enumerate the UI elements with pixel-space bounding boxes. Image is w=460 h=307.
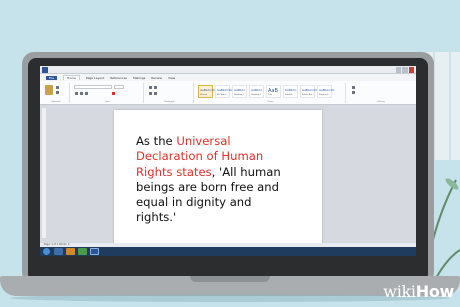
align-center-icon[interactable] [154, 92, 157, 95]
start-button[interactable] [43, 248, 50, 255]
style-sample: AaBbCcDc [319, 88, 335, 92]
italic-icon[interactable] [80, 92, 83, 95]
taskbar-explorer-icon[interactable] [54, 248, 63, 255]
taskbar-folder-icon[interactable] [66, 248, 75, 255]
style-name: Heading 1 [234, 94, 245, 96]
style-name: Subtitle [285, 94, 293, 96]
bold-icon[interactable] [75, 92, 78, 95]
font-group: Font [72, 83, 144, 103]
font-name-select[interactable] [74, 85, 112, 89]
replace-icon[interactable] [352, 91, 355, 94]
clipboard-label: Clipboard [50, 101, 61, 103]
document-text[interactable]: As the Universal Declaration of Human Ri… [136, 134, 316, 226]
style-name: Subtle Em... [302, 94, 315, 96]
style-sample: AaBbCc [234, 88, 246, 92]
style-subtle-emphasis[interactable]: AaBbCcDc Subtle Em... [300, 85, 318, 98]
tab-review[interactable]: Review [151, 76, 162, 80]
style-sample: AaBbCcDc [217, 88, 233, 92]
style-title[interactable]: AaB Title [266, 85, 281, 98]
style-heading-1[interactable]: AaBbCc Heading 1 [232, 85, 247, 98]
style-name: Normal [200, 94, 208, 96]
style-name: No Spaci... [217, 94, 228, 96]
vertical-ruler [42, 108, 46, 238]
paragraph-label: Paragraph [164, 101, 175, 103]
taskbar [40, 247, 416, 256]
style-sample: AaBbCcDc [302, 88, 318, 92]
clipboard-group: Clipboard [42, 83, 70, 103]
style-name: Emphasis [319, 94, 329, 96]
font-color-icon[interactable] [112, 92, 115, 95]
ribbon: Clipboard Font Paragraph AaBbCcDc Normal… [40, 81, 416, 105]
tab-view[interactable]: View [168, 76, 175, 80]
watermark-how: How [415, 282, 455, 301]
styles-group: AaBbCcDc Normal AaBbCcDc No Spaci... AaB… [196, 83, 346, 103]
paragraph-group: Paragraph [146, 83, 194, 103]
tab-page-layout[interactable]: Page Layout [86, 76, 104, 80]
style-subtitle[interactable]: AaBbCc Subtitle [283, 85, 298, 98]
copy-icon[interactable] [56, 91, 59, 94]
find-icon[interactable] [352, 86, 355, 89]
editing-group: Editing [348, 83, 414, 103]
paste-icon[interactable] [45, 85, 53, 95]
word-titlebar [40, 66, 416, 74]
tab-references[interactable]: References [110, 76, 127, 80]
style-name: Heading 2 [251, 94, 262, 96]
text-as-the: As the [136, 134, 177, 148]
tab-home[interactable]: Home [63, 75, 80, 80]
text-all-human: , 'All human [211, 164, 281, 179]
minimize-button[interactable] [396, 67, 402, 73]
maximize-button[interactable] [402, 67, 408, 73]
laptop-screen: File Home Page Layout References Mailing… [40, 66, 416, 256]
laptop-notch [190, 276, 270, 282]
cut-icon[interactable] [56, 86, 59, 89]
font-size-select[interactable] [114, 85, 124, 89]
style-emphasis[interactable]: AaBbCcDc Emphasis [317, 85, 335, 98]
font-label: Font [105, 101, 110, 103]
ribbon-tabs: File Home Page Layout References Mailing… [40, 74, 416, 81]
style-sample: AaBbCc [285, 88, 297, 92]
tab-file[interactable]: File [46, 75, 58, 80]
styles-label: Styles [267, 101, 274, 103]
style-name: Title [268, 94, 273, 96]
style-sample: AaBbCc [251, 88, 263, 92]
text-declaration: Declaration of Human [136, 149, 264, 164]
document-page[interactable]: As the Universal Declaration of Human Ri… [114, 110, 322, 246]
word-app-icon [42, 67, 48, 73]
style-no-spacing[interactable]: AaBbCcDc No Spaci... [215, 85, 233, 98]
watermark-wiki: wiki [383, 282, 416, 301]
window-controls [396, 67, 414, 73]
style-normal[interactable]: AaBbCcDc Normal [198, 85, 216, 98]
wikihow-watermark: wikiHow [383, 282, 454, 301]
text-beings: beings are born free and [136, 179, 279, 194]
style-heading-2[interactable]: AaBbCc Heading 2 [249, 85, 264, 98]
text-universal: Universal [176, 134, 231, 148]
numbering-icon[interactable] [154, 86, 157, 89]
text-equal: equal in dignity and [136, 195, 252, 210]
align-left-icon[interactable] [149, 92, 152, 95]
tab-mailings[interactable]: Mailings [133, 76, 145, 80]
taskbar-media-icon[interactable] [78, 248, 87, 255]
underline-icon[interactable] [85, 92, 88, 95]
text-rights-states: Rights states [136, 164, 212, 179]
style-sample: AaBbCcDc [200, 88, 216, 92]
close-button[interactable] [408, 67, 414, 73]
taskbar-word-icon[interactable] [90, 248, 99, 255]
editing-label: Editing [377, 101, 385, 103]
bullets-icon[interactable] [149, 86, 152, 89]
text-rights: rights.' [136, 210, 177, 225]
